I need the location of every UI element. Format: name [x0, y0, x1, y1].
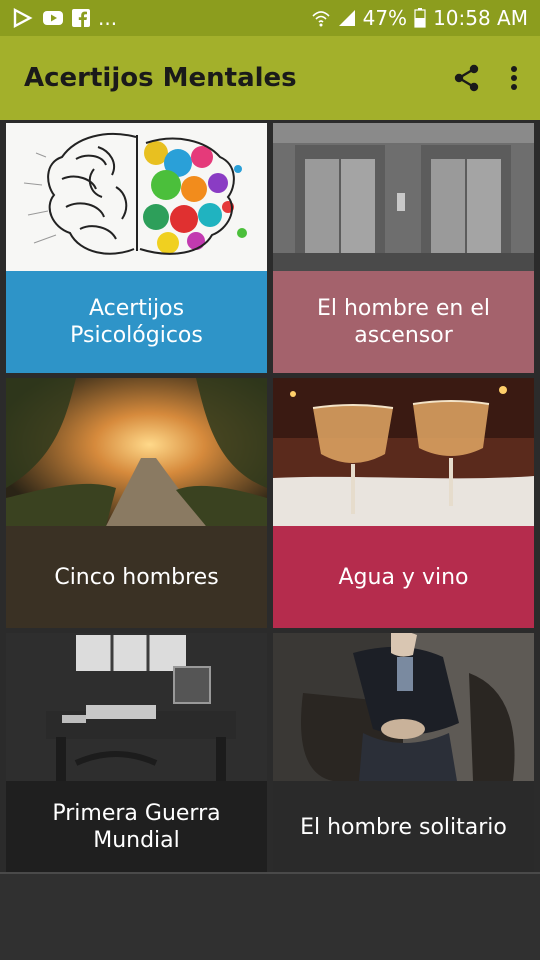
more-notifications: ... [98, 6, 118, 30]
card-acertijos-psicologicos[interactable]: Acertijos Psicológicos [6, 123, 267, 373]
play-store-icon [12, 8, 34, 28]
app-toolbar: Acertijos Mentales [0, 36, 540, 120]
card-title: El hombre en el ascensor [273, 271, 534, 373]
status-bar: ... 47% 10:58 AM [0, 0, 540, 36]
wifi-icon [311, 9, 331, 27]
overflow-menu-icon[interactable] [510, 65, 518, 91]
card-title: Cinco hombres [6, 526, 267, 628]
battery-percent: 47% [362, 6, 408, 30]
signal-icon [338, 9, 356, 27]
facebook-icon [72, 9, 90, 27]
card-title: El hombre solitario [273, 781, 534, 873]
bottom-empty-area [0, 874, 540, 960]
old-desk-room-image [6, 633, 267, 781]
card-title: Primera Guerra Mundial [6, 781, 267, 873]
card-title: Acertijos Psicológicos [6, 271, 267, 373]
riddle-grid: Acertijos Psicológicos El hombre en el a… [0, 120, 540, 873]
card-primera-guerra-mundial[interactable]: Primera Guerra Mundial [6, 633, 267, 873]
youtube-icon [42, 9, 64, 27]
card-title: Agua y vino [273, 526, 534, 628]
card-agua-y-vino[interactable]: Agua y vino [273, 378, 534, 628]
clock: 10:58 AM [433, 6, 528, 30]
wine-glasses-image [273, 378, 534, 526]
brain-illustration-image [6, 123, 267, 271]
page-title: Acertijos Mentales [24, 63, 297, 93]
card-el-hombre-en-el-ascensor[interactable]: El hombre en el ascensor [273, 123, 534, 373]
card-el-hombre-solitario[interactable]: El hombre solitario [273, 633, 534, 873]
forest-path-image [6, 378, 267, 526]
card-cinco-hombres[interactable]: Cinco hombres [6, 378, 267, 628]
battery-icon [414, 8, 426, 28]
elevator-doors-image [273, 123, 534, 271]
share-icon[interactable] [452, 63, 482, 93]
man-in-armchair-image [273, 633, 534, 781]
